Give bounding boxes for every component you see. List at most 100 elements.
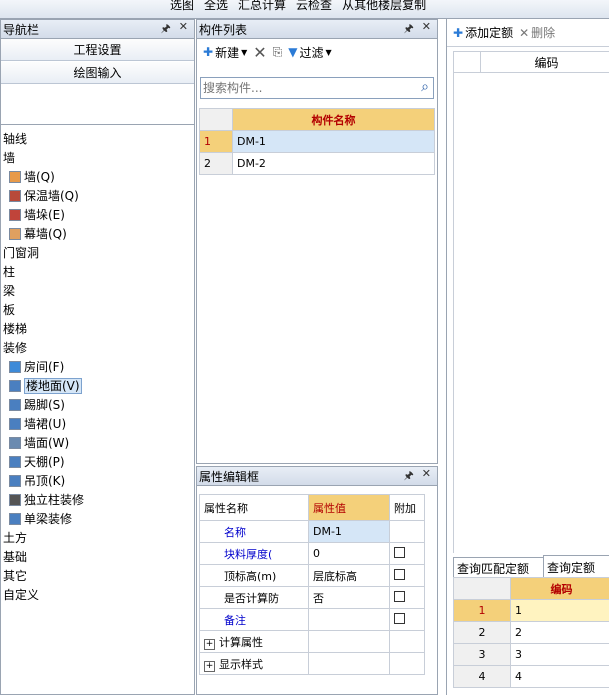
nav-tree-item[interactable]: 踢脚(S)	[1, 397, 65, 414]
nav-tree-item[interactable]: 墙裙(U)	[1, 416, 66, 433]
dropdown-arrow-icon: ▼	[325, 47, 332, 57]
table-row[interactable]: 1 1	[453, 599, 609, 622]
nav-panel-title-bar: 导航栏 🖈 ✕	[1, 20, 194, 39]
component-search-input[interactable]	[201, 78, 410, 98]
nav-tree-item-label: 梁	[3, 284, 16, 298]
property-value[interactable]: 0	[308, 542, 390, 565]
drawing-input-button[interactable]: 绘图输入	[1, 62, 194, 84]
nav-tree-item[interactable]: 房间(F)	[1, 359, 64, 376]
add-quota-button[interactable]: ✚ 添加定额	[453, 24, 513, 41]
quota-code-cell[interactable]: 1	[510, 599, 609, 622]
property-row[interactable]: 是否计算防 否	[199, 586, 425, 609]
nav-tree-item-label: 天棚(P)	[24, 455, 65, 469]
property-group-row[interactable]: + 显示样式	[199, 652, 425, 675]
nav-tree-item[interactable]: 柱	[1, 264, 15, 281]
nav-tree-item[interactable]: 土方	[1, 530, 27, 547]
delete-icon[interactable]: ✕	[253, 43, 266, 62]
property-name: 块料厚度(	[199, 542, 309, 565]
nav-tree-item[interactable]: 幕墙(Q)	[1, 226, 67, 243]
property-group-row[interactable]: + 计算属性	[199, 630, 425, 653]
property-extra-cell	[389, 630, 425, 653]
attach-checkbox[interactable]	[394, 546, 405, 558]
property-value[interactable]: 层底标高	[308, 564, 390, 587]
row-number: 2	[199, 152, 233, 175]
select-tool-button[interactable]: 选图	[170, 0, 194, 13]
quota-list-area	[453, 73, 609, 553]
new-component-button[interactable]: ✚ 新建 ▼	[203, 44, 247, 61]
expand-icon[interactable]: +	[204, 660, 215, 672]
quota-code-cell[interactable]: 2	[510, 621, 609, 644]
nav-tree-item[interactable]: 墙面(W)	[1, 435, 69, 452]
tab-query-matched-quota[interactable]: 查询匹配定额	[453, 557, 551, 578]
property-row[interactable]: 备注	[199, 608, 425, 631]
nav-tree-item[interactable]: 自定义	[1, 587, 39, 604]
property-row[interactable]: 名称 DM-1	[199, 520, 425, 543]
quota-code-cell[interactable]: 4	[510, 665, 609, 688]
nav-tree-item[interactable]: 装修	[1, 340, 27, 357]
nav-tree-item[interactable]: 墙垛(E)	[1, 207, 65, 224]
nav-tree-item[interactable]: 保温墙(Q)	[1, 188, 79, 205]
nav-tree-item[interactable]: 楼地面(V)	[1, 378, 82, 395]
nav-tree-item[interactable]: 轴线	[1, 131, 27, 148]
filter-button[interactable]: ▼ 过滤 ▼	[288, 44, 331, 61]
nav-tree-item-label: 单梁装修	[24, 512, 73, 526]
property-table: 属性名称 属性值 附加 名称 DM-1 块料厚度( 0 顶标高(m) 层底标高 …	[199, 494, 425, 675]
quota-code-cell[interactable]: 3	[510, 643, 609, 666]
pin-icon[interactable]: 🖈	[404, 467, 414, 486]
close-icon[interactable]: ✕	[422, 20, 431, 39]
nav-tree-item[interactable]: 板	[1, 302, 15, 319]
table-row[interactable]: 4 4	[453, 665, 609, 688]
close-icon[interactable]: ✕	[179, 20, 188, 39]
table-row[interactable]: 1 DM-1	[199, 130, 435, 153]
summary-calc-button[interactable]: 汇总计算	[238, 0, 286, 13]
row-number-header	[454, 52, 481, 72]
property-group[interactable]: + 显示样式	[199, 652, 309, 675]
property-value[interactable]	[308, 608, 390, 631]
table-row[interactable]: 2 2	[453, 621, 609, 644]
nav-tree-item[interactable]: 独立柱装修	[1, 492, 84, 509]
nav-tree-item[interactable]: 梁	[1, 283, 15, 300]
nav-tree-item[interactable]: 墙(Q)	[1, 169, 55, 186]
tab-query-quota[interactable]: 查询定额	[543, 555, 609, 578]
nav-tree-item-label: 自定义	[3, 588, 40, 602]
nav-tree-item[interactable]: 基础	[1, 549, 27, 566]
tab-label: 查询定额	[547, 560, 596, 575]
beam-finish-icon	[9, 513, 21, 525]
copy-icon[interactable]: ⎘	[273, 45, 283, 60]
property-group[interactable]: + 计算属性	[199, 630, 309, 653]
property-value[interactable]: 否	[308, 586, 390, 609]
delete-icon: ✕	[519, 25, 530, 40]
nav-tree-item[interactable]: 门窗洞	[1, 245, 39, 262]
cloud-check-button[interactable]: 云检查	[296, 0, 332, 13]
attach-checkbox[interactable]	[394, 590, 405, 602]
copy-from-floor-button[interactable]: 从其他楼层复制	[342, 0, 426, 13]
nav-tree-item[interactable]: 楼梯	[1, 321, 27, 338]
nav-panel-title: 导航栏	[3, 22, 40, 37]
delete-label: 删除	[531, 26, 556, 40]
component-name-cell[interactable]: DM-1	[232, 130, 435, 153]
nav-tree-item[interactable]: 单梁装修	[1, 511, 72, 528]
curtain-wall-icon	[9, 228, 21, 240]
property-value[interactable]: DM-1	[308, 520, 390, 543]
quota-panel: ✚ 添加定额 ✕ 删除 编码 查询匹配定额 查询定额 编码 1 1 2 2 3	[446, 19, 609, 695]
property-row[interactable]: 块料厚度( 0	[199, 542, 425, 565]
project-settings-button[interactable]: 工程设置	[1, 39, 194, 61]
pin-icon[interactable]: 🖈	[404, 20, 414, 39]
component-name-cell[interactable]: DM-2	[232, 152, 435, 175]
pin-icon[interactable]: 🖈	[161, 20, 171, 39]
nav-tree-item-label: 基础	[3, 550, 28, 564]
select-all-button[interactable]: 全选	[204, 0, 228, 13]
close-icon[interactable]: ✕	[422, 467, 431, 486]
nav-tree-item[interactable]: 其它	[1, 568, 27, 585]
property-row[interactable]: 顶标高(m) 层底标高	[199, 564, 425, 587]
nav-tree-item[interactable]: 墙	[1, 150, 15, 167]
expand-icon[interactable]: +	[204, 638, 215, 650]
table-row[interactable]: 3 3	[453, 643, 609, 666]
attach-checkbox[interactable]	[394, 612, 405, 624]
delete-quota-button[interactable]: ✕ 删除	[519, 24, 555, 41]
search-icon[interactable]: ⌕	[421, 79, 429, 95]
nav-tree-item[interactable]: 天棚(P)	[1, 454, 65, 471]
nav-tree-item[interactable]: 吊顶(K)	[1, 473, 65, 490]
table-row[interactable]: 2 DM-2	[199, 152, 435, 175]
attach-checkbox[interactable]	[394, 568, 405, 580]
